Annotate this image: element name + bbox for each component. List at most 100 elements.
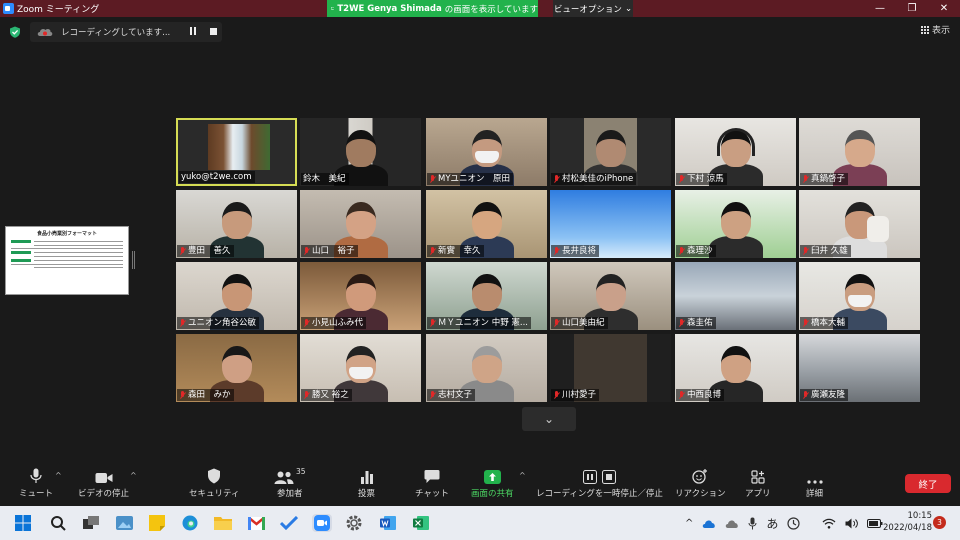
title-bar: Zoom ミーティング T2WE Genya Shimada の画面を表示してい… <box>0 0 960 17</box>
poll-chart-icon <box>360 471 373 484</box>
participant-video-tile[interactable]: 豊田 善久 <box>176 190 297 258</box>
view-button[interactable]: 表示 <box>920 23 950 36</box>
notification-badge[interactable]: 3 <box>933 516 946 529</box>
headset <box>717 128 755 156</box>
participant-video-tile[interactable]: 山口美由紀 <box>550 262 671 330</box>
participant-video-tile[interactable]: yuko@t2we.com <box>176 118 297 186</box>
participant-video-tile[interactable]: 勝又 裕之 <box>300 334 421 402</box>
face-mask <box>349 367 373 379</box>
participant-video-tile[interactable]: 橋本大輔 <box>799 262 920 330</box>
meeting-toolbar: ミュート ^ ビデオの停止 ^ セキュリティ 35 参加者 投票 チャット 画面… <box>0 458 960 504</box>
participant-video-tile[interactable]: 村松美佳のiPhone <box>550 118 671 186</box>
participant-video-tile[interactable]: 臼井 久雄 <box>799 190 920 258</box>
stop-recording-icon[interactable] <box>210 28 217 35</box>
chat-button[interactable]: チャット <box>415 467 449 499</box>
participant-name: 山口 裕子 <box>312 246 355 256</box>
participant-video-tile[interactable]: 鈴木 美紀 <box>300 118 421 186</box>
more-button[interactable]: 詳細 <box>806 467 823 499</box>
stop-video-button[interactable]: ビデオの停止 <box>78 467 129 499</box>
participant-name-label: MYユニオン 原田 <box>427 173 514 185</box>
photos-app-icon[interactable] <box>115 514 133 532</box>
panel-resize-handle[interactable] <box>132 251 135 269</box>
gallery-scroll-down-button[interactable]: ⌄ <box>522 407 576 431</box>
share-options-chevron-icon[interactable]: ^ <box>519 471 526 480</box>
share-screen-button[interactable]: 画面の共有 <box>471 467 514 499</box>
participant-video-tile[interactable]: 森田 みか <box>176 334 297 402</box>
file-explorer-icon[interactable] <box>214 514 232 532</box>
task-view-icon[interactable] <box>82 514 100 532</box>
mute-button[interactable]: ミュート <box>19 467 53 499</box>
muted-microphone-icon <box>678 246 685 256</box>
participant-video-tile[interactable]: 川村愛子 <box>550 334 671 402</box>
participant-video-tile[interactable]: 志村文子 <box>426 334 547 402</box>
encryption-shield-icon[interactable] <box>9 26 21 38</box>
settings-gear-icon[interactable] <box>345 514 363 532</box>
participant-face <box>596 274 626 311</box>
view-options-button[interactable]: ビューオプション ⌄ <box>553 0 633 17</box>
minimize-icon[interactable]: — <box>864 0 896 17</box>
microphone-in-use-icon[interactable] <box>748 517 757 530</box>
excel-app-icon[interactable] <box>412 514 430 532</box>
participant-face <box>721 202 751 239</box>
speaker-icon[interactable] <box>845 518 859 529</box>
clock-date: 2022/04/18 <box>883 523 932 533</box>
screen-share-banner[interactable]: T2WE Genya Shimada の画面を表示しています <box>327 0 538 17</box>
participant-video-tile[interactable]: 廣瀬友隆 <box>799 334 920 402</box>
participant-video-tile[interactable]: 下村 涼馬 <box>675 118 796 186</box>
participant-video-tile[interactable]: ＭＹユニオン 中野 憲... <box>426 262 547 330</box>
participant-video-tile[interactable]: 森理沙 <box>675 190 796 258</box>
participant-name: 臼井 久雄 <box>811 246 848 256</box>
participant-face <box>346 130 376 167</box>
apps-button[interactable]: アプリ <box>745 467 771 499</box>
participant-video-tile[interactable]: MYユニオン 原田 <box>426 118 547 186</box>
participant-video-tile[interactable]: 中西良博 <box>675 334 796 402</box>
restore-icon[interactable]: ❐ <box>896 0 928 17</box>
security-button[interactable]: セキュリティ <box>189 467 240 499</box>
ime-mode-icon[interactable] <box>787 516 801 530</box>
show-hidden-icons-chevron-icon[interactable]: ^ <box>685 518 693 529</box>
apps-label: アプリ <box>745 489 771 499</box>
muted-microphone-icon <box>802 246 809 256</box>
edge-browser-icon[interactable] <box>181 514 199 532</box>
poll-button[interactable]: 投票 <box>358 467 375 499</box>
sticky-notes-icon[interactable] <box>148 514 166 532</box>
participant-name: 山口美由紀 <box>562 318 605 328</box>
participant-video-tile[interactable]: 真鍋啓子 <box>799 118 920 186</box>
recording-control-button[interactable]: レコーディングを一時停止／停止 <box>536 467 663 499</box>
participant-video-tile[interactable]: 長井良将 <box>550 190 671 258</box>
muted-microphone-icon <box>303 390 310 400</box>
participant-name-label: 豊田 善久 <box>177 245 234 257</box>
zoom-app-icon[interactable] <box>312 514 332 532</box>
participant-video-tile[interactable]: ユニオン角谷公敏 <box>176 262 297 330</box>
participant-name-label: 山口 裕子 <box>301 245 358 257</box>
share-banner-text: の画面を表示しています <box>444 4 538 15</box>
windows-start-icon[interactable] <box>14 514 32 532</box>
muted-microphone-icon <box>179 390 186 400</box>
participant-name-label: ユニオン角谷公敏 <box>177 317 260 329</box>
zoom-logo-icon <box>3 3 14 14</box>
audio-options-chevron-icon[interactable]: ^ <box>55 471 62 480</box>
participant-name-label: 真鍋啓子 <box>800 173 849 185</box>
cloud-sync-icon[interactable] <box>725 519 739 528</box>
end-meeting-button[interactable]: 終了 <box>905 474 951 493</box>
todo-app-icon[interactable] <box>280 514 298 532</box>
reactions-button[interactable]: リアクション <box>675 467 726 499</box>
onedrive-cloud-icon[interactable] <box>702 519 716 528</box>
ime-indicator[interactable]: あ <box>766 515 778 532</box>
participant-video-tile[interactable]: 森圭佑 <box>675 262 796 330</box>
muted-microphone-icon <box>553 174 560 184</box>
close-icon[interactable]: ✕ <box>928 0 960 17</box>
gmail-icon[interactable] <box>247 514 265 532</box>
participant-video-tile[interactable]: 新實 幸久 <box>426 190 547 258</box>
participants-button[interactable]: 35 参加者 <box>274 467 306 499</box>
view-button-label: 表示 <box>931 26 950 36</box>
participant-video-tile[interactable]: 小見山ふみ代 <box>300 262 421 330</box>
video-options-chevron-icon[interactable]: ^ <box>130 471 137 480</box>
taskbar-clock[interactable]: 10:15 2022/04/18 <box>872 510 932 534</box>
word-app-icon[interactable] <box>379 514 397 532</box>
participant-video-tile[interactable]: 山口 裕子 <box>300 190 421 258</box>
pause-recording-icon[interactable] <box>190 27 196 35</box>
shared-screen-thumbnail[interactable]: 食品小売業別フォーマット <box>5 226 129 295</box>
search-icon[interactable] <box>49 514 67 532</box>
wifi-icon[interactable] <box>822 518 836 529</box>
